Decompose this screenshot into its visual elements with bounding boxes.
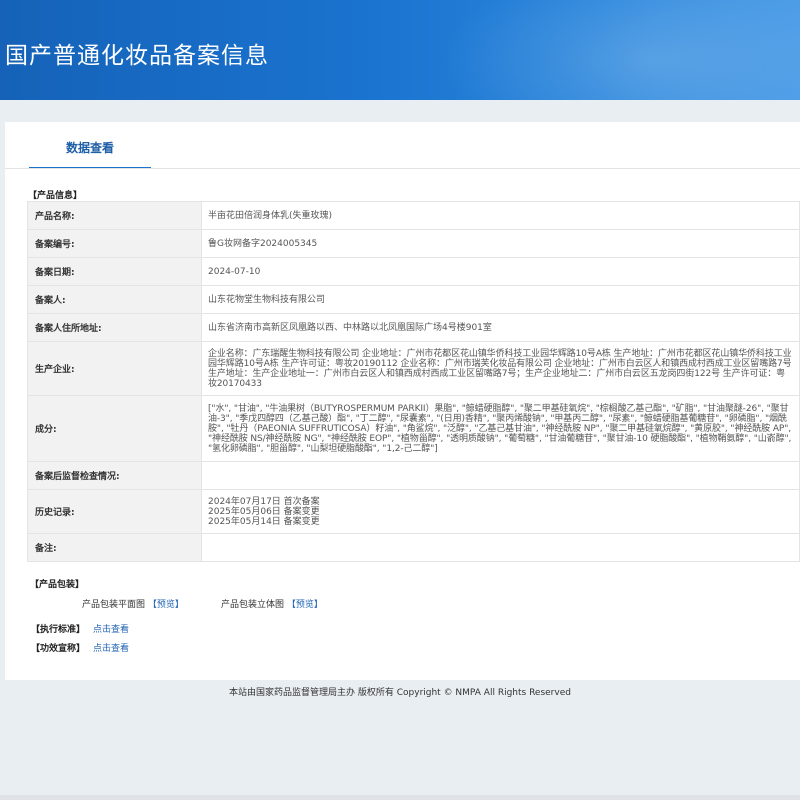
exec-standard: 【执行标准】 点击查看 (31, 622, 129, 635)
ingredients-label: 成分: (27, 395, 202, 462)
history-entry: 2025年05月06日 备案变更 (208, 506, 320, 517)
tab-divider (5, 168, 800, 169)
history-label: 历史记录: (27, 489, 202, 534)
footer-copyright: 本站由国家药品监督管理局主办 版权所有 Copyright © NMPA All… (229, 688, 571, 698)
content-card: 数据查看 【产品信息】 产品名称: 半亩花田倍润身体乳(失重玫瑰) 备案编号: … (5, 122, 800, 680)
efficacy-claim-label: 【功效宣称】 (31, 644, 86, 654)
history-entry: 2024年07月17日 首次备案 (208, 496, 320, 507)
manufacturer-label: 生产企业: (27, 341, 202, 396)
history-entry: 2025年05月14日 备案变更 (208, 516, 320, 527)
remarks-value (201, 533, 800, 562)
product-info-label: 【产品信息】 (28, 191, 83, 201)
table-row: 备注: (27, 533, 800, 562)
packaging-solid-preview-link[interactable]: 预览 (296, 600, 314, 610)
packaging-flat: 产品包装平面图 【预览】 (82, 600, 184, 610)
record-date-label: 备案日期: (27, 257, 202, 286)
record-date-value: 2024-07-10 (201, 257, 800, 286)
table-row: 产品名称: 半亩花田倍润身体乳(失重玫瑰) (27, 201, 800, 230)
efficacy-claim: 【功效宣称】 点击查看 (31, 641, 129, 654)
supervision-value (201, 461, 800, 490)
exec-standard-label: 【执行标准】 (31, 625, 86, 635)
remarks-label: 备注: (27, 533, 202, 562)
table-row: 备案后监督检查情况: (27, 461, 800, 490)
page-title: 国产普通化妆品备案信息 (5, 43, 269, 69)
manufacturer-value: 企业名称：广东瑞醒生物科技有限公司 企业地址：广州市花都区花山镇华侨科技工业园华… (201, 341, 800, 396)
record-number-label: 备案编号: (27, 229, 202, 258)
efficacy-claim-link[interactable]: 点击查看 (93, 644, 129, 654)
exec-standard-link[interactable]: 点击查看 (93, 625, 129, 635)
registrant-label: 备案人: (27, 285, 202, 314)
header-banner: 国产普通化妆品备案信息 (0, 0, 800, 100)
record-number-value: 鲁G妆网备字2024005345 (201, 229, 800, 258)
table-row: 备案人: 山东花物堂生物科技有限公司 (27, 285, 800, 314)
packaging-solid: 产品包装立体图 【预览】 (221, 600, 323, 610)
table-row: 历史记录: 2024年07月17日 首次备案 2025年05月06日 备案变更 … (27, 489, 800, 534)
packaging-solid-label: 产品包装立体图 (221, 600, 285, 610)
product-info-table: 产品名称: 半亩花田倍润身体乳(失重玫瑰) 备案编号: 鲁G妆网备字202400… (27, 201, 800, 562)
tab-data-view[interactable]: 数据查看 (29, 122, 151, 169)
table-row: 备案人住所地址: 山东省济南市高新区凤凰路以西、中林路以北凤凰国际广场4号楼90… (27, 313, 800, 342)
product-name-label: 产品名称: (27, 201, 202, 230)
registrant-value: 山东花物堂生物科技有限公司 (201, 285, 800, 314)
registrant-address-label: 备案人住所地址: (27, 313, 202, 342)
packaging-flat-preview-link[interactable]: 预览 (157, 600, 175, 610)
registrant-address-value: 山东省济南市高新区凤凰路以西、中林路以北凤凰国际广场4号楼901室 (201, 313, 800, 342)
table-row: 成分: ["水", "甘油", "牛油果树（BUTYROSPERMUM PARK… (27, 395, 800, 462)
table-row: 生产企业: 企业名称：广东瑞醒生物科技有限公司 企业地址：广州市花都区花山镇华侨… (27, 341, 800, 396)
table-row: 备案编号: 鲁G妆网备字2024005345 (27, 229, 800, 258)
bottom-bar (0, 795, 800, 800)
packaging-flat-label: 产品包装平面图 (82, 600, 146, 610)
supervision-label: 备案后监督检查情况: (27, 461, 202, 490)
product-name-value: 半亩花田倍润身体乳(失重玫瑰) (201, 201, 800, 230)
history-value: 2024年07月17日 首次备案 2025年05月06日 备案变更 2025年0… (201, 489, 800, 534)
ingredients-value: ["水", "甘油", "牛油果树（BUTYROSPERMUM PARKII）果… (201, 395, 800, 462)
table-row: 备案日期: 2024-07-10 (27, 257, 800, 286)
packaging-label: 【产品包装】 (30, 580, 85, 590)
